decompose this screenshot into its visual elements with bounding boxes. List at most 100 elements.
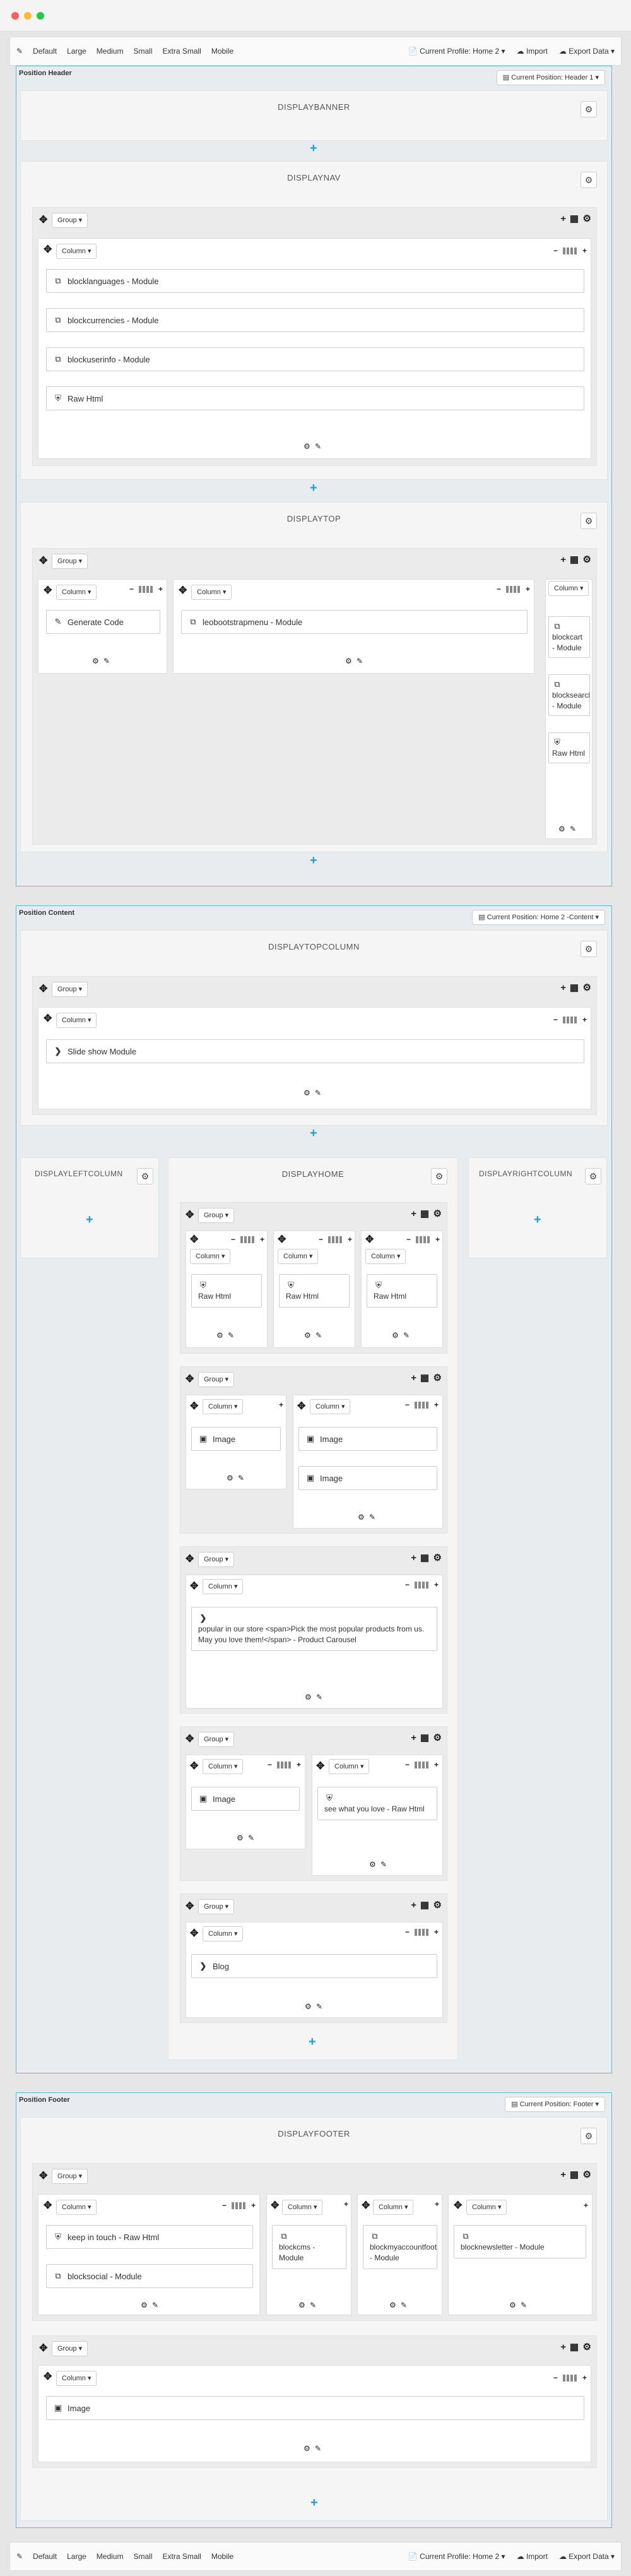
group-dropdown[interactable]: Group ▾ (52, 2169, 88, 2184)
maximize-window-icon[interactable] (37, 12, 44, 20)
minus-icon[interactable]: − (231, 1235, 235, 1244)
header-position-dropdown[interactable]: ▤ Current Position: Header 1 ▾ (496, 70, 605, 85)
profile-small[interactable]: Small (133, 47, 152, 56)
move-icon[interactable]: ✥ (190, 1929, 198, 1939)
profile-mobile[interactable]: Mobile (211, 47, 233, 56)
gear-icon[interactable]: ⚙ (216, 1331, 223, 1340)
gear-icon[interactable]: ⚙ (433, 1209, 442, 1219)
add-plus-icon[interactable]: + (434, 1400, 439, 1409)
move-icon[interactable]: ✥ (44, 1014, 52, 1024)
move-icon[interactable]: ✥ (44, 586, 52, 596)
module-blocksocial[interactable]: ⧉ blocksocial - Module (46, 2264, 253, 2288)
minus-icon[interactable]: − (405, 1400, 410, 1409)
gear-icon[interactable]: ⚙ (583, 555, 591, 565)
group-dropdown[interactable]: Group ▾ (198, 1732, 235, 1747)
gear-icon[interactable]: ⚙ (433, 1553, 442, 1563)
pencil-icon[interactable]: ✎ (316, 1331, 322, 1340)
gear-icon[interactable]: ⚙ (509, 2301, 516, 2310)
gear-icon[interactable]: ⚙ (304, 2444, 310, 2453)
column-dropdown[interactable]: Column ▾ (56, 585, 97, 600)
group-dropdown[interactable]: Group ▾ (52, 2341, 88, 2356)
move-icon[interactable]: ✥ (44, 2372, 52, 2382)
add-plus-icon[interactable]: + (251, 2201, 256, 2210)
gear-icon[interactable]: ⚙ (583, 214, 591, 224)
minus-icon[interactable]: − (405, 1760, 410, 1769)
move-icon[interactable]: ✥ (186, 1210, 194, 1220)
column-dropdown[interactable]: Column ▾ (365, 1249, 406, 1264)
raw-html-block[interactable]: ⛨ Raw Html (367, 1274, 437, 1308)
gear-icon[interactable]: ⚙ (237, 1834, 244, 1842)
add-plus-icon[interactable]: + (279, 1400, 283, 1409)
width-bars-icon[interactable] (232, 2201, 245, 2210)
add-column-plus-icon[interactable]: + (560, 2342, 566, 2352)
gear-icon[interactable]: ⚙ (227, 1474, 233, 1482)
minimize-window-icon[interactable] (24, 12, 32, 20)
move-icon[interactable]: ✥ (39, 556, 47, 566)
move-icon[interactable]: ✥ (179, 586, 187, 596)
current-profile-dropdown[interactable]: 📄 Current Profile: Home 2 ▾ (408, 47, 505, 56)
move-icon[interactable]: ✥ (39, 984, 47, 994)
pencil-icon[interactable]: ✎ (380, 1860, 387, 1869)
move-icon[interactable]: ✥ (186, 1554, 194, 1565)
module-blockcms[interactable]: ⧉ blockcms - Module (272, 2225, 346, 2269)
add-plus-icon[interactable]: + (434, 1580, 439, 1589)
group-dropdown[interactable]: Group ▾ (198, 1208, 235, 1223)
grid-icon[interactable]: ▦ (570, 214, 579, 224)
column-dropdown[interactable]: Column ▾ (56, 2200, 97, 2215)
raw-html-block[interactable]: ⛨ Raw Html (191, 1274, 262, 1308)
column-dropdown[interactable]: Column ▾ (190, 1249, 231, 1264)
gear-icon[interactable]: ⚙ (345, 657, 352, 665)
blog-block[interactable]: ❯ Blog (191, 1954, 437, 1978)
add-group-plus-icon[interactable]: + (310, 142, 317, 155)
add-group-plus-icon[interactable]: + (310, 1127, 317, 1140)
column-dropdown[interactable]: Column ▾ (373, 2200, 414, 2215)
gear-icon[interactable]: ⚙ (581, 172, 597, 188)
pencil-icon[interactable]: ✎ (403, 1331, 410, 1340)
add-column-plus-icon[interactable]: + (411, 1733, 416, 1743)
move-icon[interactable]: ✥ (190, 1402, 198, 1412)
gear-icon[interactable]: ⚙ (141, 2301, 148, 2310)
width-bars-icon[interactable] (563, 1015, 577, 1024)
product-carousel-block[interactable]: ❯ popular in our store <span>Pick the mos… (191, 1607, 437, 1651)
add-plus-icon[interactable]: + (434, 1928, 439, 1936)
move-icon[interactable]: ✥ (44, 245, 52, 255)
group-dropdown[interactable]: Group ▾ (52, 982, 88, 997)
pencil-icon[interactable]: ✎ (369, 1513, 375, 1522)
module-blocksearch[interactable]: ⧉ blocksearch - Module (548, 674, 590, 716)
group-dropdown[interactable]: Group ▾ (198, 1552, 235, 1567)
column-dropdown[interactable]: Column ▾ (466, 2200, 507, 2215)
gear-icon[interactable]: ⚙ (433, 1900, 442, 1911)
module-blockcart[interactable]: ⧉ blockcart - Module (548, 616, 590, 658)
gear-icon[interactable]: ⚙ (304, 1088, 310, 1097)
gear-icon[interactable]: ⚙ (137, 1168, 153, 1184)
column-dropdown[interactable]: Column ▾ (56, 1013, 97, 1028)
gear-icon[interactable]: ⚙ (583, 2342, 591, 2352)
add-group-plus-icon[interactable]: + (310, 854, 317, 867)
gear-icon[interactable]: ⚙ (358, 1513, 365, 1522)
pencil-icon[interactable]: ✎ (521, 2301, 527, 2310)
pencil-icon[interactable]: ✎ (357, 657, 363, 665)
minus-icon[interactable]: − (405, 1928, 410, 1936)
gear-icon[interactable]: ⚙ (389, 2301, 396, 2310)
profile-large[interactable]: Large (67, 2552, 86, 2561)
pencil-icon[interactable]: ✎ (152, 2301, 158, 2310)
move-icon[interactable]: ✥ (362, 2201, 370, 2211)
move-icon[interactable]: ✥ (186, 1902, 194, 1912)
content-position-dropdown[interactable]: ▤ Current Position: Home 2 -Content ▾ (472, 910, 605, 925)
column-dropdown[interactable]: Column ▾ (329, 1759, 370, 1774)
move-icon[interactable]: ✥ (454, 2201, 462, 2211)
image-block[interactable]: ▣ Image (298, 1427, 437, 1451)
minus-icon[interactable]: − (406, 1235, 411, 1244)
add-plus-icon[interactable]: + (297, 1760, 301, 1769)
gear-icon[interactable]: ⚙ (581, 941, 597, 957)
add-plus-icon[interactable]: + (584, 2201, 588, 2210)
column-dropdown[interactable]: Column ▾ (56, 2371, 97, 2386)
footer-position-dropdown[interactable]: ▤ Current Position: Footer ▾ (505, 2097, 605, 2112)
group-dropdown[interactable]: Group ▾ (52, 213, 88, 228)
edit-icon[interactable]: ✎ (16, 47, 23, 56)
add-plus-icon[interactable]: + (348, 1235, 352, 1244)
move-icon[interactable]: ✥ (190, 1582, 198, 1592)
raw-html-block[interactable]: ⛨ Raw Html (46, 386, 584, 410)
add-group-plus-icon[interactable]: + (86, 1213, 93, 1226)
pencil-icon[interactable]: ✎ (570, 825, 576, 833)
